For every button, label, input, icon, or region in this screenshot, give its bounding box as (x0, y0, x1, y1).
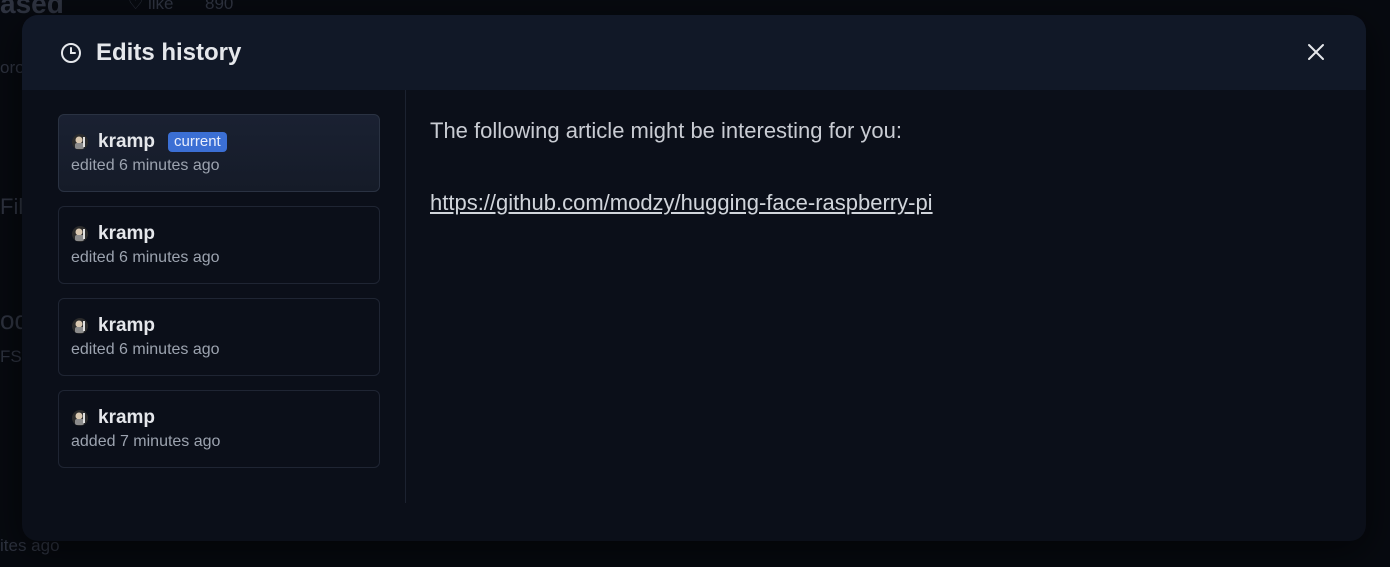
user-avatar-icon (72, 410, 88, 426)
edit-timestamp: added 7 minutes ago (71, 433, 221, 450)
background-like-count: 890 (205, 0, 234, 13)
edit-item-current[interactable]: kramp current edited 6 minutes ago (58, 114, 380, 192)
background-like-button: ♡ like (128, 0, 173, 14)
edit-timestamp: edited 6 minutes ago (71, 341, 220, 358)
edit-username: kramp (98, 223, 156, 244)
background-text: FS (0, 347, 22, 366)
modal-title: Edits history (96, 38, 242, 66)
modal-body: kramp current edited 6 minutes ago kramp… (22, 90, 1366, 541)
close-icon[interactable] (1306, 42, 1326, 62)
edit-username: kramp (98, 407, 156, 428)
clock-icon (61, 42, 81, 63)
edit-username: kramp (98, 315, 156, 336)
background-text: oro (0, 58, 25, 77)
background-like-label: like (147, 0, 174, 13)
edit-item[interactable]: kramp edited 6 minutes ago (58, 206, 380, 284)
article-link[interactable]: https://github.com/modzy/hugging-face-ra… (430, 190, 933, 216)
content-text: The following article might be interesti… (430, 118, 903, 143)
user-avatar-icon (72, 134, 88, 150)
edit-timestamp: edited 6 minutes ago (71, 157, 220, 174)
edits-list: kramp current edited 6 minutes ago kramp… (22, 90, 406, 503)
modal-header: Edits history (22, 15, 1366, 90)
current-badge: current (168, 132, 227, 152)
edit-timestamp: edited 6 minutes ago (71, 249, 220, 266)
edit-item[interactable]: kramp added 7 minutes ago (58, 390, 380, 468)
background-text: Fil (0, 194, 24, 219)
edits-history-modal: Edits history kramp current edited 6 min… (22, 15, 1366, 541)
edit-username: kramp (98, 131, 156, 152)
user-avatar-icon (72, 226, 88, 242)
user-avatar-icon (72, 318, 88, 334)
edit-item[interactable]: kramp edited 6 minutes ago (58, 298, 380, 376)
edit-content: The following article might be interesti… (430, 118, 1326, 216)
